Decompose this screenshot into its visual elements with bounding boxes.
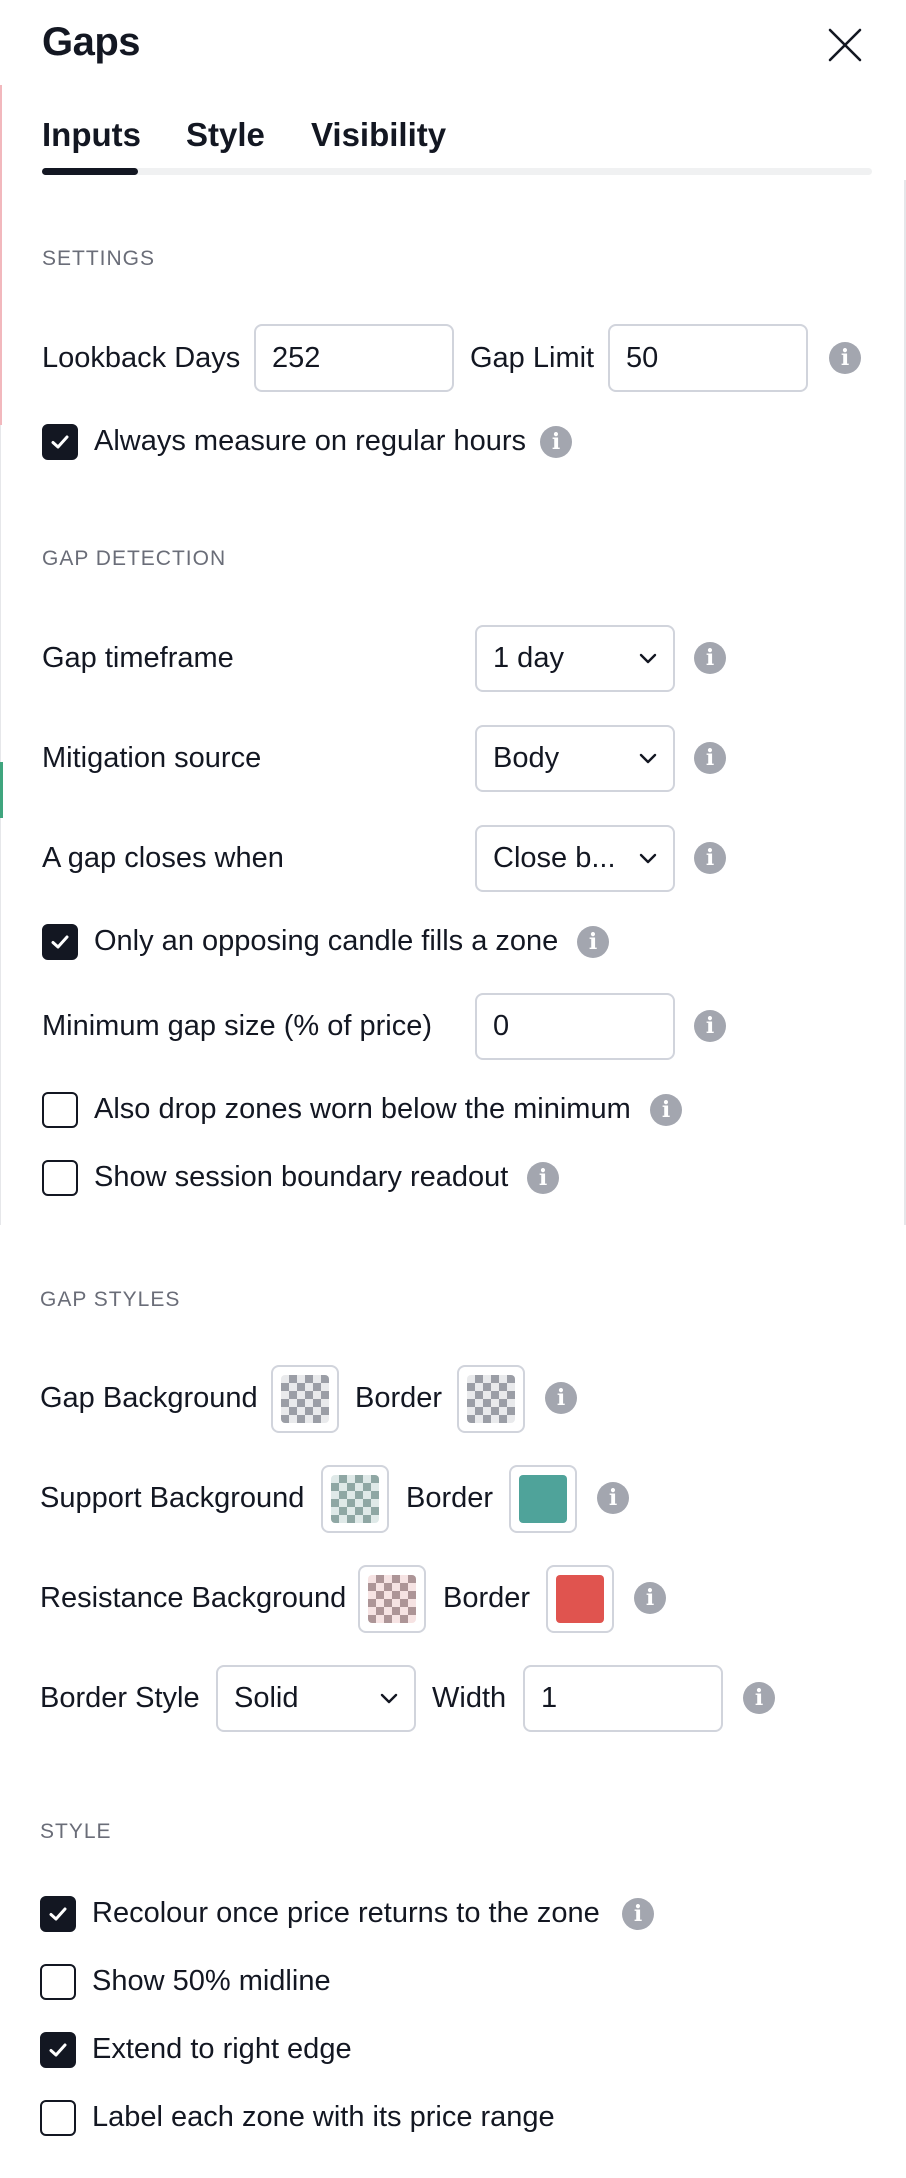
resistance-border-swatch[interactable]: [546, 1565, 614, 1633]
gap-border-label: Border: [355, 1382, 443, 1414]
info-icon[interactable]: i: [829, 342, 861, 374]
tab-inputs[interactable]: Inputs: [42, 116, 141, 154]
min-gap-size-value[interactable]: [493, 1010, 657, 1043]
session-readout-checkbox[interactable]: [42, 1160, 78, 1196]
lookback-days-value[interactable]: [272, 341, 436, 375]
info-icon[interactable]: i: [634, 1582, 666, 1614]
midline-label: Show 50% midline: [92, 1965, 331, 1997]
checkered-support-tint: [331, 1475, 379, 1523]
tab-active-indicator: [42, 168, 138, 175]
info-icon[interactable]: i: [743, 1682, 775, 1714]
midline-checkbox[interactable]: [40, 1964, 76, 2000]
checkmark-icon: [49, 1907, 67, 1921]
gap-timeframe-label: Gap timeframe: [42, 642, 234, 674]
border-style-label: Border Style: [40, 1682, 200, 1714]
extend-right-checkbox[interactable]: [40, 2032, 76, 2068]
checkered-transparent: [281, 1375, 329, 1423]
gap-background-label: Gap Background: [40, 1382, 258, 1414]
info-icon[interactable]: i: [597, 1482, 629, 1514]
price-range-label: Label each zone with its price range: [92, 2101, 555, 2133]
lookback-days-input[interactable]: [254, 324, 454, 392]
chevron-down-icon: [639, 753, 657, 763]
mitigation-source-label: Mitigation source: [42, 742, 262, 774]
chevron-down-icon: [380, 1693, 398, 1703]
checkered-resistance-tint: [368, 1575, 416, 1623]
tab-visibility[interactable]: Visibility: [311, 116, 446, 154]
tab-style[interactable]: Style: [186, 116, 265, 154]
info-icon[interactable]: i: [694, 1010, 726, 1042]
dialog-title: Gaps: [42, 20, 141, 64]
info-icon[interactable]: i: [694, 842, 726, 874]
gap-background-swatch[interactable]: [271, 1365, 339, 1433]
resistance-background-label: Resistance Background: [40, 1582, 347, 1614]
gap-timeframe-value: 1 day: [493, 642, 564, 674]
section-style: STYLE: [40, 1820, 112, 1843]
chevron-down-icon: [639, 853, 657, 863]
gap-limit-label: Gap Limit: [470, 342, 595, 374]
checkered-transparent: [467, 1375, 515, 1423]
checkmark-icon: [49, 2043, 67, 2057]
gap-closes-select[interactable]: Close b...: [475, 825, 675, 892]
left-edge-marker: [0, 762, 3, 818]
info-icon[interactable]: i: [694, 742, 726, 774]
left-edge-divider: [0, 425, 1, 1225]
checkmark-icon: [51, 935, 69, 949]
section-settings: SETTINGS: [42, 247, 156, 270]
min-gap-size-label: Minimum gap size (% of price): [42, 1010, 432, 1042]
opposing-candle-label: Only an opposing candle fills a zone: [94, 925, 559, 957]
support-border-color: [519, 1475, 567, 1523]
info-icon[interactable]: i: [540, 426, 572, 458]
session-readout-label: Show session boundary readout: [94, 1161, 509, 1193]
chevron-down-icon: [639, 653, 657, 663]
gap-closes-label: A gap closes when: [42, 842, 284, 874]
resistance-background-swatch[interactable]: [358, 1565, 426, 1633]
section-gap-detection: GAP DETECTION: [42, 547, 227, 570]
regular-hours-label: Always measure on regular hours: [94, 425, 526, 457]
gap-limit-value[interactable]: [626, 341, 790, 375]
width-input[interactable]: [523, 1665, 723, 1732]
gap-closes-value: Close b...: [493, 842, 616, 874]
gap-border-swatch[interactable]: [457, 1365, 525, 1433]
mitigation-source-value: Body: [493, 742, 560, 774]
info-icon[interactable]: i: [650, 1094, 682, 1126]
opposing-candle-checkbox[interactable]: [42, 924, 78, 960]
border-style-select[interactable]: Solid: [216, 1665, 416, 1732]
info-icon[interactable]: i: [545, 1382, 577, 1414]
close-icon: [828, 28, 862, 62]
gap-limit-input[interactable]: [608, 324, 808, 392]
info-icon[interactable]: i: [622, 1898, 654, 1930]
min-gap-size-input[interactable]: [475, 993, 675, 1060]
tab-track: [42, 168, 872, 175]
lookback-days-label: Lookback Days: [42, 342, 241, 374]
drop-worn-label: Also drop zones worn below the minimum: [94, 1093, 631, 1125]
close-button[interactable]: [826, 26, 864, 64]
resistance-border-color: [556, 1575, 604, 1623]
regular-hours-checkbox[interactable]: [42, 424, 78, 460]
recolour-label: Recolour once price returns to the zone: [92, 1897, 600, 1929]
width-label: Width: [432, 1682, 507, 1714]
checkmark-icon: [51, 435, 69, 449]
section-gap-styles: GAP STYLES: [40, 1288, 181, 1311]
price-range-checkbox[interactable]: [40, 2100, 76, 2136]
info-icon[interactable]: i: [577, 926, 609, 958]
support-border-swatch[interactable]: [509, 1465, 577, 1533]
info-icon[interactable]: i: [694, 642, 726, 674]
recolour-checkbox[interactable]: [40, 1896, 76, 1932]
width-value[interactable]: [541, 1682, 705, 1715]
support-background-label: Support Background: [40, 1482, 305, 1514]
border-style-value: Solid: [234, 1682, 299, 1714]
info-icon[interactable]: i: [527, 1162, 559, 1194]
resistance-border-label: Border: [443, 1582, 531, 1614]
drop-worn-checkbox[interactable]: [42, 1092, 78, 1128]
gap-timeframe-select[interactable]: 1 day: [475, 625, 675, 692]
mitigation-source-select[interactable]: Body: [475, 725, 675, 792]
extend-right-label: Extend to right edge: [92, 2033, 352, 2065]
support-border-label: Border: [406, 1482, 494, 1514]
support-background-swatch[interactable]: [321, 1465, 389, 1533]
left-edge-accent: [0, 85, 2, 425]
